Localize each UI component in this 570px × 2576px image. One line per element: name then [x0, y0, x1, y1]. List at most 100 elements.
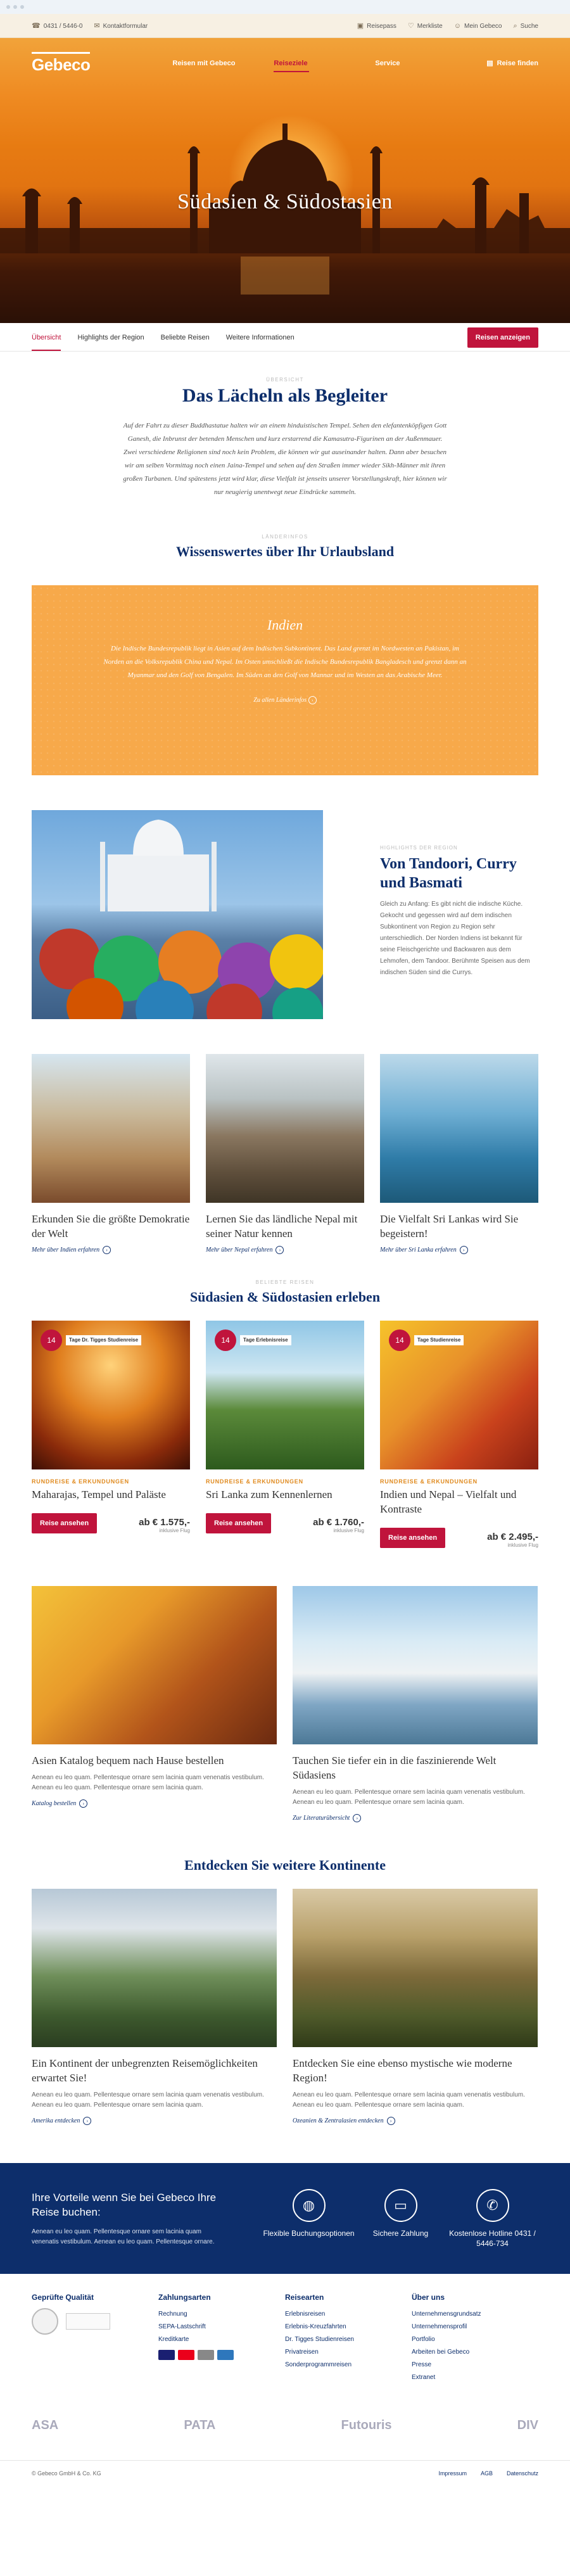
- footer-payment: Zahlungsarten Rechnung SEPA-Lastschrift …: [158, 2293, 285, 2384]
- footer-link[interactable]: Erlebnisreisen: [285, 2308, 412, 2321]
- nepal-village-photo: [206, 1054, 364, 1203]
- highlight-link[interactable]: Mehr über Sri Lanka erfahren ›: [380, 1246, 538, 1254]
- literature-link[interactable]: Zur Literaturübersicht ›: [293, 1814, 538, 1822]
- continent-text: Aenean eu leo quam. Pellentesque ornare …: [293, 2091, 525, 2109]
- imprint-link[interactable]: Impressum: [438, 2470, 467, 2477]
- footer: Geprüfte Qualität Zahlungsarten Rechnung…: [0, 2274, 570, 2485]
- quality-heading: Geprüfte Qualität: [32, 2293, 94, 2302]
- show-trips-button[interactable]: Reisen anzeigen: [467, 327, 538, 348]
- footer-link[interactable]: Erlebnis-Kreuzfahrten: [285, 2321, 412, 2333]
- subnav-highlights[interactable]: Highlights der Region: [77, 334, 144, 341]
- search-link[interactable]: ⌕ Suche: [513, 22, 538, 30]
- globe-icon: ◍: [292, 2188, 326, 2222]
- footer-about: Über uns Unternehmensgrundsatz Unternehm…: [412, 2293, 538, 2384]
- rajasthan-women-photo: 14 Tage Studienreise: [380, 1321, 538, 1469]
- search-icon: ⌕: [513, 22, 517, 30]
- arrow-circle-icon: ›: [386, 2117, 395, 2125]
- india-festival-photo: [32, 1054, 190, 1203]
- footer-link[interactable]: Arbeiten bei Gebeco: [412, 2346, 538, 2359]
- footer-link[interactable]: Portfolio: [412, 2333, 538, 2346]
- account-link[interactable]: ☺ Mein Gebeco: [454, 22, 502, 30]
- benefit-hotline[interactable]: ✆ Kostenlose Hotline 0431 / 5446-734: [446, 2188, 538, 2249]
- nav-reiseziele[interactable]: Reiseziele: [274, 60, 375, 72]
- subnav-weitere-informationen[interactable]: Weitere Informationen: [226, 334, 294, 341]
- highlight-card-nepal[interactable]: Lernen Sie das ländliche Nepal mit seine…: [206, 1054, 364, 1254]
- feature-eyebrow: Highlights der Region: [380, 845, 458, 851]
- highlights-cards: Erkunden Sie die größte Demokratie der W…: [32, 1054, 538, 1254]
- footer-link[interactable]: Unternehmensprofil: [412, 2321, 538, 2333]
- benefit-payment: ▭ Sichere Zahlung: [355, 2188, 446, 2249]
- arrow-circle-icon: ›: [83, 2117, 92, 2125]
- tour-card[interactable]: 14 Tage Studienreise RUNDREISE & ERKUNDUN…: [380, 1321, 538, 1548]
- order-catalog-link[interactable]: Katalog bestellen ›: [32, 1799, 277, 1808]
- about-heading: Über uns: [412, 2293, 445, 2302]
- view-trip-button[interactable]: Reise ansehen: [32, 1513, 98, 1533]
- tour-title: Maharajas, Tempel und Paläste: [32, 1488, 166, 1501]
- mastercard-icon: [178, 2350, 194, 2360]
- footer-link[interactable]: Unternehmensgrundsatz: [412, 2308, 538, 2321]
- days-badge: 14: [389, 1329, 410, 1351]
- contact-link[interactable]: ✉ Kontaktformular: [94, 22, 148, 30]
- highlight-card-india[interactable]: Erkunden Sie die größte Demokratie der W…: [32, 1054, 190, 1254]
- taj-mahal-photo: [32, 810, 323, 1019]
- tour-card[interactable]: 14 Tage Dr. Tigges Studienreise RUNDREISE…: [32, 1321, 190, 1548]
- subnav-beliebte-reisen[interactable]: Beliebte Reisen: [161, 334, 210, 341]
- passport-icon: ▣: [357, 22, 364, 30]
- privacy-link[interactable]: Datenschutz: [507, 2470, 538, 2477]
- footer-link[interactable]: Dr. Tigges Studienreisen: [285, 2333, 412, 2346]
- continent-text: Aenean eu leo quam. Pellentesque ornare …: [32, 2091, 264, 2109]
- temples-photo: [293, 1889, 538, 2047]
- intro-title: Das Lächeln als Begleiter: [182, 385, 388, 406]
- tour-price: ab € 1.760,- inklusive Flug: [313, 1517, 364, 1533]
- phone-link[interactable]: ☎ 0431 / 5446-0: [32, 22, 82, 30]
- catalog-card[interactable]: Asien Katalog bequem nach Hause bestelle…: [32, 1586, 277, 1822]
- intro-text: Auf der Fahrt zu dieser Buddhastatue hal…: [123, 422, 447, 496]
- footer-link[interactable]: Extranet: [412, 2371, 538, 2384]
- watchlist-link[interactable]: ♡ Merkliste: [408, 22, 443, 30]
- highlight-link[interactable]: Mehr über Indien erfahren ›: [32, 1246, 190, 1254]
- reise-finden-button[interactable]: ▤ Reise finden: [486, 59, 538, 68]
- visa-icon: [158, 2350, 175, 2360]
- view-trip-button[interactable]: Reise ansehen: [206, 1513, 272, 1533]
- nav-reisen-mit-gebeco[interactable]: Reisen mit Gebeco: [172, 60, 274, 67]
- gebeco-logo[interactable]: Gebeco: [32, 52, 91, 75]
- benefits-band: Ihre Vorteile wenn Sie bei Gebeco Ihre R…: [0, 2163, 570, 2274]
- continent-link[interactable]: Amerika entdecken ›: [32, 2117, 277, 2125]
- tour-type-label: Tage Dr. Tigges Studienreise: [66, 1335, 142, 1345]
- tour-type-label: Tage Erlebnisreise: [240, 1335, 291, 1345]
- continent-link[interactable]: Ozeanien & Zentralasien entdecken ›: [293, 2117, 538, 2125]
- footer-link[interactable]: Presse: [412, 2359, 538, 2371]
- tour-category: RUNDREISE & ERKUNDUNGEN: [206, 1478, 303, 1485]
- continent-card-america[interactable]: Ein Kontinent der unbegrenzten Reisemögl…: [32, 1889, 277, 2125]
- highlight-title: Die Vielfalt Sri Lankas wird Sie begeist…: [380, 1213, 519, 1240]
- partner-logo: DIV: [517, 2418, 538, 2432]
- amex-icon: [217, 2350, 234, 2360]
- footer-link[interactable]: Sonderprogrammreisen: [285, 2359, 412, 2371]
- india-info-box: Indien Die Indische Bundesrepublik liegt…: [32, 585, 538, 775]
- benefit-flexible: ◍ Flexible Buchungsoptionen: [263, 2188, 355, 2249]
- phone-icon: ☎: [32, 22, 41, 30]
- terms-link[interactable]: AGB: [481, 2470, 493, 2477]
- payment-item: Rechnung: [158, 2311, 187, 2318]
- subnav-uebersicht[interactable]: Übersicht: [32, 334, 61, 351]
- continent-card-oceania[interactable]: Entdecken Sie eine ebenso mystische wie …: [293, 1889, 538, 2125]
- highlight-card-srilanka[interactable]: Die Vielfalt Sri Lankas wird Sie begeist…: [380, 1054, 538, 1254]
- intro-eyebrow: Übersicht: [266, 377, 304, 383]
- all-country-info-link[interactable]: Zu allen Länderinfos ›: [32, 696, 538, 704]
- view-trip-button[interactable]: Reise ansehen: [380, 1528, 446, 1548]
- tour-card[interactable]: 14 Tage Erlebnisreise RUNDREISE & ERKUNDU…: [206, 1321, 364, 1548]
- literature-card[interactable]: Tauchen Sie tiefer ein in die fasziniere…: [293, 1586, 538, 1822]
- tour-type-label: Tage Studienreise: [414, 1335, 464, 1345]
- partner-logo: PATA: [184, 2418, 216, 2432]
- benefits-title: Ihre Vorteile wenn Sie bei Gebeco Ihre R…: [32, 2191, 217, 2218]
- continents-section: Entdecken Sie weitere Kontinente Ein Kon…: [0, 1822, 570, 2125]
- copyright: © Gebeco GmbH & Co. KG: [32, 2470, 101, 2477]
- highlight-link[interactable]: Mehr über Nepal erfahren ›: [206, 1246, 364, 1254]
- passport-link[interactable]: ▣ Reisepass: [357, 22, 396, 30]
- india-box-text: Die Indische Bundesrepublik liegt in Asi…: [103, 645, 467, 679]
- nav-service[interactable]: Service: [375, 60, 476, 67]
- bottom-bar: © Gebeco GmbH & Co. KG Impressum AGB Dat…: [0, 2460, 570, 2485]
- lanterns-photo: 14 Tage Dr. Tigges Studienreise: [32, 1321, 190, 1469]
- partner-logo: Futouris: [341, 2418, 392, 2432]
- footer-link[interactable]: Privatreisen: [285, 2346, 412, 2359]
